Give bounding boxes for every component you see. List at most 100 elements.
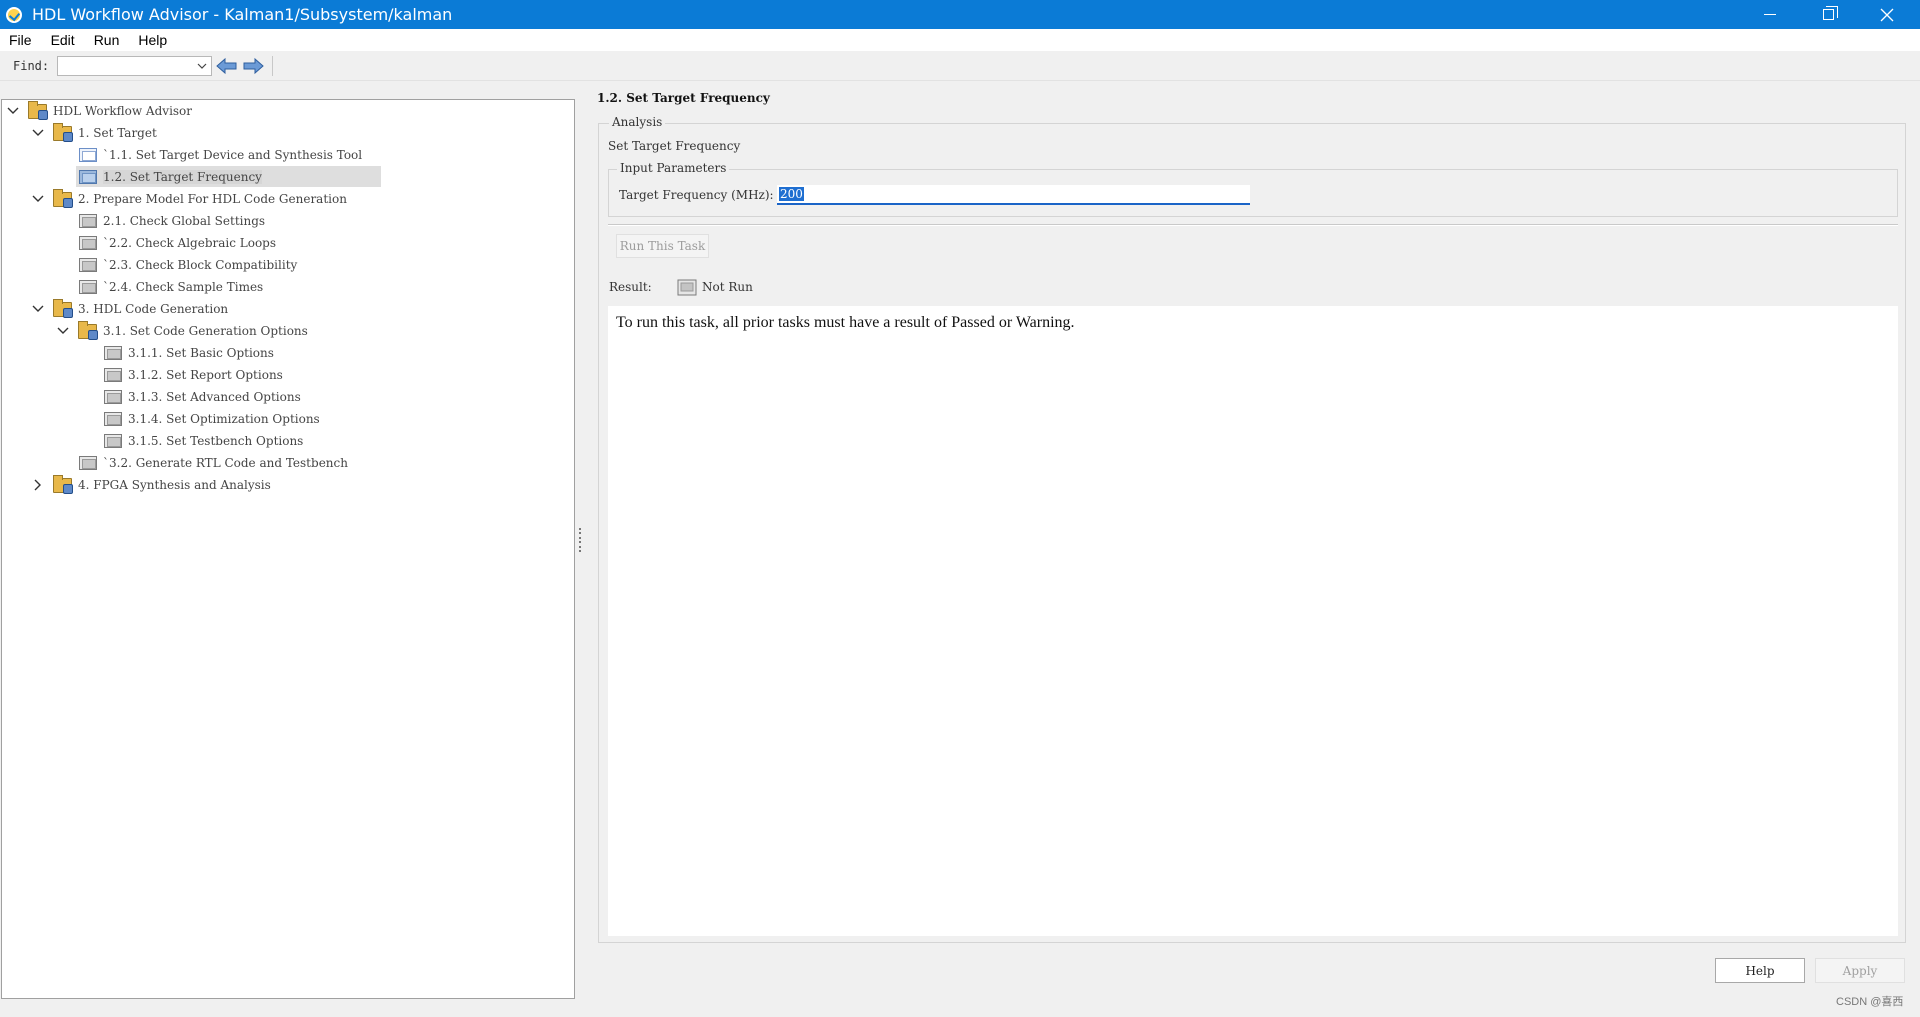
watermark: CSDN @喜西 — [1836, 996, 1904, 1008]
tree-item[interactable]: `2.4. Check Sample Times — [56, 276, 263, 298]
tree-item-label: `2.4. Check Sample Times — [103, 280, 264, 294]
doc-shape — [79, 170, 97, 184]
folder-shape — [53, 189, 73, 208]
gear-badge-icon — [38, 110, 48, 120]
doc-shape — [79, 236, 97, 250]
forward-button[interactable] — [242, 56, 264, 76]
tree-item-label: 3.1. Set Code Generation Options — [103, 324, 308, 338]
analysis-label: Analysis — [609, 115, 666, 129]
tree-item[interactable]: 2. Prepare Model For HDL Code Generation — [31, 188, 347, 210]
tree-item[interactable]: 3.1.5. Set Testbench Options — [81, 430, 303, 452]
tree-item[interactable]: 3.1. Set Code Generation Options — [56, 320, 308, 342]
task-doc-icon — [103, 344, 123, 362]
task-description: Set Target Frequency — [608, 139, 741, 153]
chevron-right-icon[interactable] — [31, 478, 45, 492]
folder-shape — [53, 299, 73, 318]
task-doc-icon — [103, 410, 123, 428]
input-parameters-label: Input Parameters — [617, 161, 730, 175]
find-combobox[interactable] — [57, 55, 213, 76]
folder-icon — [28, 101, 48, 120]
result-message: To run this task, all prior tasks must h… — [616, 314, 1075, 331]
tree-item-label: 1. Set Target — [78, 126, 157, 140]
folder-shape — [53, 475, 73, 494]
menu-edit[interactable]: Edit — [42, 32, 85, 48]
folder-shape — [28, 101, 48, 120]
tree-item-label: `3.2. Generate RTL Code and Testbench — [103, 456, 348, 470]
restore-icon — [1822, 6, 1838, 20]
target-frequency-value: 200 — [779, 187, 804, 201]
title-bar[interactable]: HDL Workflow Advisor - Kalman1/Subsystem… — [0, 0, 1920, 29]
minimize-button[interactable] — [1741, 0, 1799, 29]
tree-item-label: 2. Prepare Model For HDL Code Generation — [78, 192, 347, 206]
help-button[interactable]: Help — [1715, 958, 1805, 983]
tree-item[interactable]: 3.1.3. Set Advanced Options — [81, 386, 301, 408]
tree-item[interactable]: 3.1.1. Set Basic Options — [81, 342, 274, 364]
tree-item[interactable]: 4. FPGA Synthesis and Analysis — [31, 474, 271, 496]
grip-dot — [579, 532, 581, 535]
chevron-down-icon[interactable] — [195, 58, 209, 74]
folder-icon — [53, 475, 73, 494]
grip-dot — [579, 541, 581, 544]
doc-shape — [104, 412, 122, 426]
folder-icon — [53, 123, 73, 142]
menu-help[interactable]: Help — [129, 32, 177, 48]
doc-shape — [79, 258, 97, 272]
separator — [608, 224, 1898, 226]
doc-shape — [104, 368, 122, 382]
folder-icon — [53, 299, 73, 318]
tree-item-label: 3.1.2. Set Report Options — [128, 368, 283, 382]
menu-file[interactable]: File — [0, 32, 42, 48]
result-message-area — [608, 306, 1898, 936]
tree-item[interactable]: 3.1.2. Set Report Options — [81, 364, 283, 386]
tree-item-label: 4. FPGA Synthesis and Analysis — [78, 478, 271, 492]
grip-dot — [579, 545, 581, 548]
task-doc-icon — [78, 146, 98, 164]
gear-badge-icon — [88, 330, 98, 340]
restore-button[interactable] — [1799, 0, 1857, 29]
tree-item[interactable]: `2.2. Check Algebraic Loops — [56, 232, 276, 254]
gear-badge-icon — [63, 308, 73, 318]
grip-dot — [579, 549, 581, 552]
tree-item[interactable]: HDL Workflow Advisor — [6, 100, 192, 122]
task-doc-icon — [103, 366, 123, 384]
tree-item[interactable]: 2.1. Check Global Settings — [56, 210, 265, 232]
task-doc-icon — [78, 256, 98, 274]
splitter-grip[interactable] — [578, 528, 582, 552]
tree-item[interactable]: `3.2. Generate RTL Code and Testbench — [56, 452, 348, 474]
tree-item[interactable]: `1.1. Set Target Device and Synthesis To… — [56, 144, 362, 166]
find-input[interactable] — [58, 56, 194, 75]
chevron-down-icon[interactable] — [31, 126, 45, 140]
doc-shape — [104, 434, 122, 448]
apply-button[interactable]: Apply — [1815, 958, 1905, 983]
tree-item-label: `1.1. Set Target Device and Synthesis To… — [103, 148, 363, 162]
tree-item[interactable]: `2.3. Check Block Compatibility — [56, 254, 297, 276]
target-frequency-input[interactable]: 200 — [777, 185, 1250, 205]
chevron-down-icon[interactable] — [31, 302, 45, 316]
chevron-down-icon[interactable] — [31, 192, 45, 206]
back-button[interactable] — [216, 56, 238, 76]
menu-run[interactable]: Run — [85, 32, 130, 48]
chevron-down-icon[interactable] — [6, 104, 20, 118]
tree-item-label: 3.1.1. Set Basic Options — [128, 346, 274, 360]
tree-item[interactable]: 3.1.4. Set Optimization Options — [81, 408, 320, 430]
gear-badge-icon — [63, 132, 73, 142]
arrow-right-icon — [243, 57, 264, 74]
folder-shape — [78, 321, 98, 340]
tree-item[interactable]: 3. HDL Code Generation — [31, 298, 228, 320]
target-frequency-label: Target Frequency (MHz): — [619, 188, 774, 202]
task-doc-icon — [78, 168, 98, 186]
result-status: Not Run — [702, 280, 753, 294]
tree-item[interactable]: 1. Set Target — [31, 122, 157, 144]
chevron-down-icon[interactable] — [56, 324, 70, 338]
window-title: HDL Workflow Advisor - Kalman1/Subsystem… — [32, 5, 453, 24]
tree-item[interactable]: 1.2. Set Target Frequency — [56, 166, 262, 188]
close-button[interactable] — [1858, 0, 1916, 29]
run-this-task-button[interactable]: Run This Task — [616, 234, 709, 258]
close-icon — [1880, 8, 1894, 21]
